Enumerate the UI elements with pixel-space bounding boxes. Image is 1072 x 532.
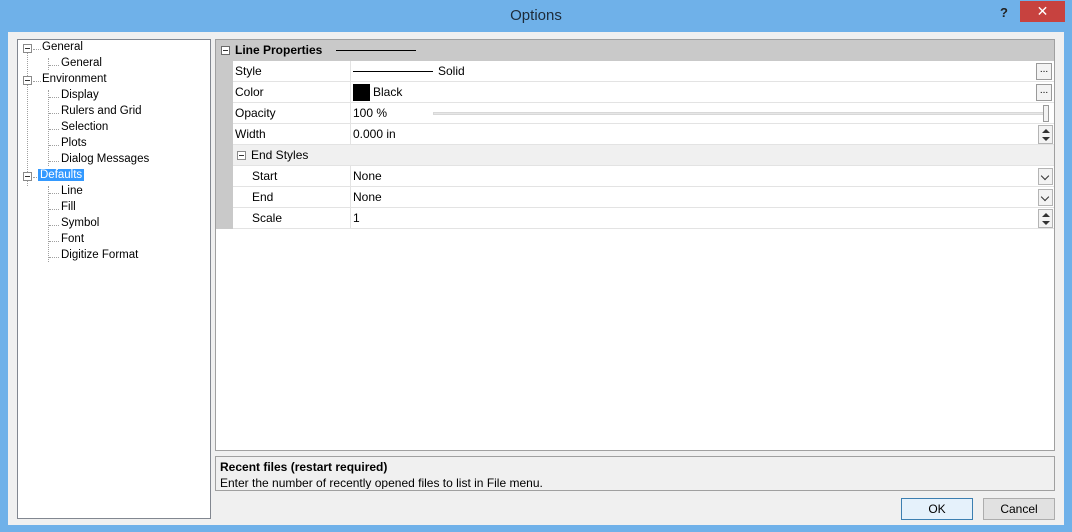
tree-item-environment[interactable]: Environment <box>40 73 109 85</box>
tree-connector <box>49 65 59 66</box>
column-divider <box>350 61 351 82</box>
description-title: Recent files (restart required) <box>220 460 388 474</box>
tree-item-general[interactable]: General <box>40 41 85 53</box>
property-value[interactable]: 100 % <box>353 106 387 120</box>
property-row-style[interactable]: Style Solid ... <box>233 61 1054 82</box>
width-spinner[interactable] <box>1038 125 1053 144</box>
collapse-icon[interactable] <box>237 151 246 160</box>
tree-connector <box>49 113 59 114</box>
category-line-properties[interactable]: Line Properties <box>216 40 1054 61</box>
collapse-icon[interactable] <box>23 76 32 85</box>
description-text: Enter the number of recently opened file… <box>220 476 543 489</box>
property-value[interactable]: Black <box>373 85 402 99</box>
tree-item-line[interactable]: Line <box>59 185 85 197</box>
tree-connector <box>48 58 49 70</box>
property-value[interactable]: 0.000 in <box>353 127 396 141</box>
tree-connector <box>49 145 59 146</box>
description-panel: Recent files (restart required) Enter th… <box>215 456 1055 491</box>
spin-down-icon[interactable] <box>1042 137 1050 141</box>
property-grid: Line Properties Style Solid ... Color Bl… <box>215 39 1055 451</box>
collapse-icon[interactable] <box>221 46 230 55</box>
tree-connector <box>49 241 59 242</box>
property-value[interactable]: Solid <box>438 64 465 78</box>
color-swatch <box>353 84 370 101</box>
tree-item-rulers-and-grid[interactable]: Rulers and Grid <box>59 105 144 117</box>
tree-item-fill[interactable]: Fill <box>59 201 78 213</box>
title-bar[interactable]: Options ? ✕ <box>0 0 1072 32</box>
collapse-icon[interactable] <box>23 44 32 53</box>
subcategory-label: End Styles <box>251 148 309 162</box>
property-value[interactable]: None <box>353 190 382 204</box>
tree-item-digitize-format[interactable]: Digitize Format <box>59 249 140 261</box>
opacity-slider-thumb[interactable] <box>1043 105 1049 122</box>
category-label: Line Properties <box>235 43 323 57</box>
property-name: Opacity <box>235 106 276 120</box>
tree-connector <box>49 257 59 258</box>
property-name: End <box>252 190 274 204</box>
tree-item-general-general[interactable]: General <box>59 57 104 69</box>
tree-item-font[interactable]: Font <box>59 233 86 245</box>
subcategory-end-styles[interactable]: End Styles <box>233 145 1054 166</box>
dialog-client: General General Environment Display Rule… <box>8 32 1064 525</box>
property-row-scale[interactable]: Scale 1 <box>233 208 1054 229</box>
column-divider <box>350 103 351 124</box>
options-window: Options ? ✕ General General Environment … <box>0 0 1072 532</box>
column-divider <box>350 124 351 145</box>
cancel-button[interactable]: Cancel <box>983 498 1055 520</box>
property-row-start[interactable]: Start None <box>233 166 1054 187</box>
tree-connector <box>49 97 59 98</box>
property-row-opacity[interactable]: Opacity 100 % <box>233 103 1054 124</box>
property-value[interactable]: None <box>353 169 382 183</box>
tree-connector <box>49 129 59 130</box>
property-row-color[interactable]: Color Black ... <box>233 82 1054 103</box>
line-preview <box>336 50 416 51</box>
options-tree[interactable]: General General Environment Display Rule… <box>17 39 211 519</box>
property-row-width[interactable]: Width 0.000 in <box>233 124 1054 145</box>
tree-item-symbol[interactable]: Symbol <box>59 217 101 229</box>
dropdown-arrow-icon[interactable] <box>1038 168 1053 185</box>
property-value[interactable]: 1 <box>353 211 360 225</box>
property-name: Style <box>235 64 262 78</box>
property-name: Scale <box>252 211 283 225</box>
ellipsis-button[interactable]: ... <box>1036 63 1052 80</box>
property-row-end[interactable]: End None <box>233 187 1054 208</box>
ellipsis-button[interactable]: ... <box>1036 84 1052 101</box>
tree-connector <box>48 186 49 262</box>
tree-item-defaults[interactable]: Defaults <box>38 169 85 181</box>
tree-connector <box>49 225 59 226</box>
tree-item-selection[interactable]: Selection <box>59 121 110 133</box>
column-divider <box>350 166 351 187</box>
dropdown-arrow-icon[interactable] <box>1038 189 1053 206</box>
tree-connector <box>27 52 28 186</box>
opacity-slider[interactable] <box>433 112 1049 115</box>
column-divider <box>350 82 351 103</box>
ok-button[interactable]: OK <box>901 498 973 520</box>
close-button[interactable]: ✕ <box>1020 1 1065 22</box>
tree-connector <box>49 193 59 194</box>
spin-up-icon[interactable] <box>1042 129 1050 133</box>
column-divider <box>350 187 351 208</box>
property-name: Start <box>252 169 278 183</box>
tree-connector <box>49 161 59 162</box>
line-style-preview <box>353 71 433 72</box>
tree-connector <box>48 90 49 166</box>
window-title: Options <box>510 7 562 24</box>
column-divider <box>350 208 351 229</box>
tree-item-dialog-messages[interactable]: Dialog Messages <box>59 153 151 165</box>
spin-up-icon[interactable] <box>1042 213 1050 217</box>
tree-item-display[interactable]: Display <box>59 89 101 101</box>
property-name: Width <box>235 127 266 141</box>
tree-connector <box>49 209 59 210</box>
collapse-icon[interactable] <box>23 172 32 181</box>
spin-down-icon[interactable] <box>1042 221 1050 225</box>
tree-item-plots[interactable]: Plots <box>59 137 89 149</box>
grid-gutter <box>216 61 233 229</box>
scale-spinner[interactable] <box>1038 209 1053 228</box>
property-name: Color <box>235 85 264 99</box>
help-button[interactable]: ? <box>993 3 1015 23</box>
